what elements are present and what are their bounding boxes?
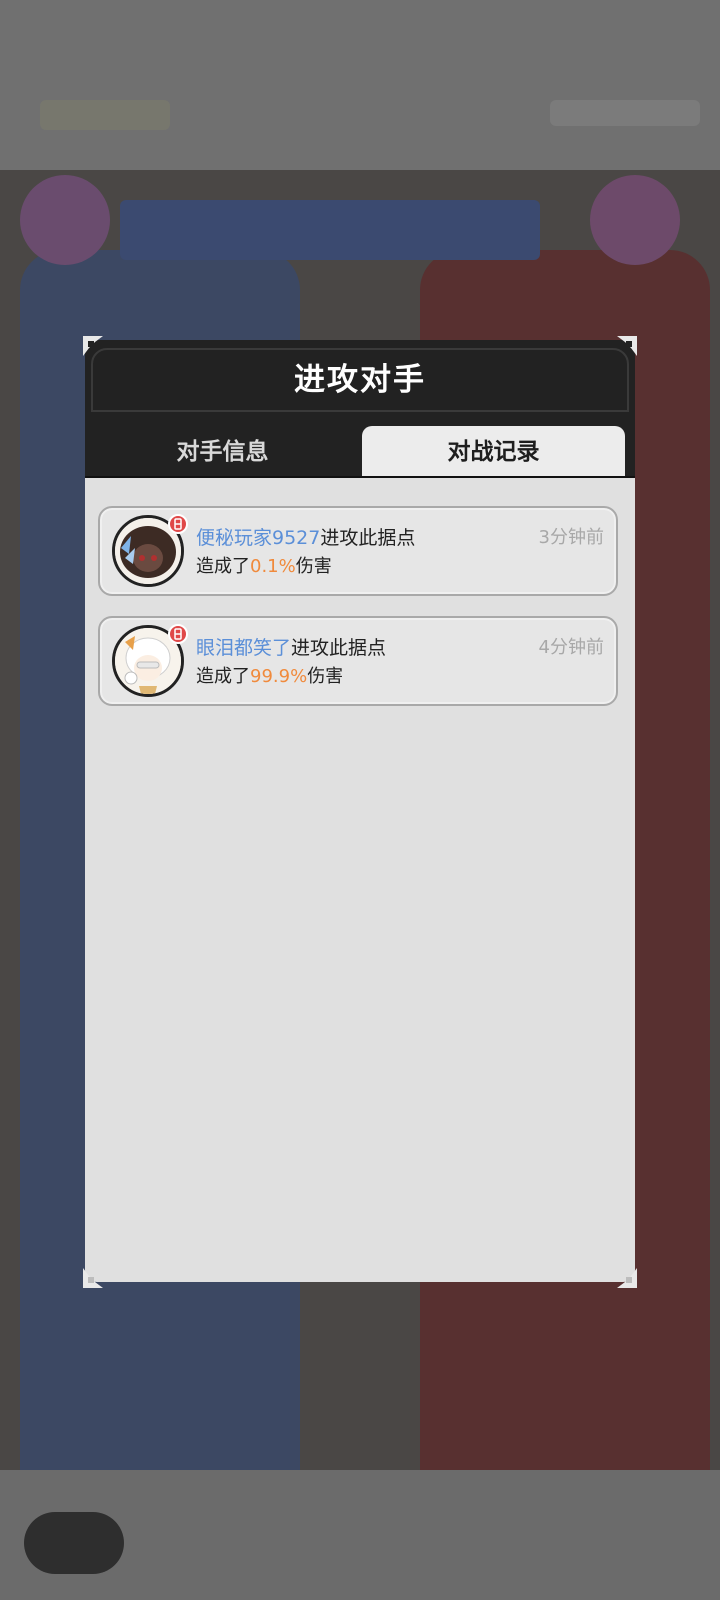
background-top-right-element: [550, 100, 700, 126]
player-name-link[interactable]: 便秘玩家9527: [196, 527, 320, 549]
record-summary: 便秘玩家9527进攻此据点: [196, 523, 415, 550]
damage-percent: 0.1%: [250, 556, 296, 577]
player-name-link[interactable]: 眼泪都笑了: [196, 637, 291, 659]
damage-prefix: 造成了: [196, 666, 250, 687]
record-action-text: 进攻此据点: [320, 527, 416, 549]
battle-record-item[interactable]: 眼泪都笑了进攻此据点 造成了99.9%伤害 4分钟前: [98, 616, 618, 706]
record-summary: 眼泪都笑了进攻此据点: [196, 633, 386, 660]
record-time: 3分钟前: [538, 527, 604, 548]
background-top-left-element: [40, 100, 170, 130]
corner-ornament-icon: [83, 1268, 103, 1288]
damage-percent: 99.9%: [250, 666, 308, 687]
battle-record-item[interactable]: 便秘玩家9527进攻此据点 造成了0.1%伤害 3分钟前: [98, 506, 618, 596]
damage-prefix: 造成了: [196, 556, 250, 577]
record-time: 4分钟前: [538, 637, 604, 658]
battle-record-list[interactable]: 便秘玩家9527进攻此据点 造成了0.1%伤害 3分钟前 眼泪都笑了进攻此据点 …: [85, 478, 635, 1282]
corner-ornament-icon: [617, 1268, 637, 1288]
damage-summary: 造成了0.1%伤害: [196, 552, 332, 578]
background-right-orb-icon: [590, 175, 680, 265]
tab-opponent-info[interactable]: 对手信息: [85, 426, 360, 478]
background-bottom-button: [24, 1512, 124, 1574]
level-badge-icon: [168, 624, 188, 644]
dialog-header: 进攻对手 对手信息 对战记录: [85, 340, 635, 478]
dialog-title: 进攻对手: [294, 362, 426, 398]
corner-ornament-icon: [83, 336, 103, 356]
background-banner: [120, 200, 540, 260]
corner-ornament-icon: [617, 336, 637, 356]
damage-suffix: 伤害: [295, 556, 332, 577]
background-left-orb-icon: [20, 175, 110, 265]
damage-summary: 造成了99.9%伤害: [196, 662, 343, 688]
background-bottom-bar: [0, 1470, 720, 1600]
background-top-bar: [0, 0, 720, 170]
damage-suffix: 伤害: [307, 666, 344, 687]
tab-battle-record[interactable]: 对战记录: [362, 426, 625, 478]
record-action-text: 进攻此据点: [291, 637, 387, 659]
attack-opponent-dialog: 进攻对手 对手信息 对战记录 便秘玩家9527进攻此据点 造成了0.1%伤害 3…: [83, 336, 637, 1288]
level-badge-icon: [168, 514, 188, 534]
